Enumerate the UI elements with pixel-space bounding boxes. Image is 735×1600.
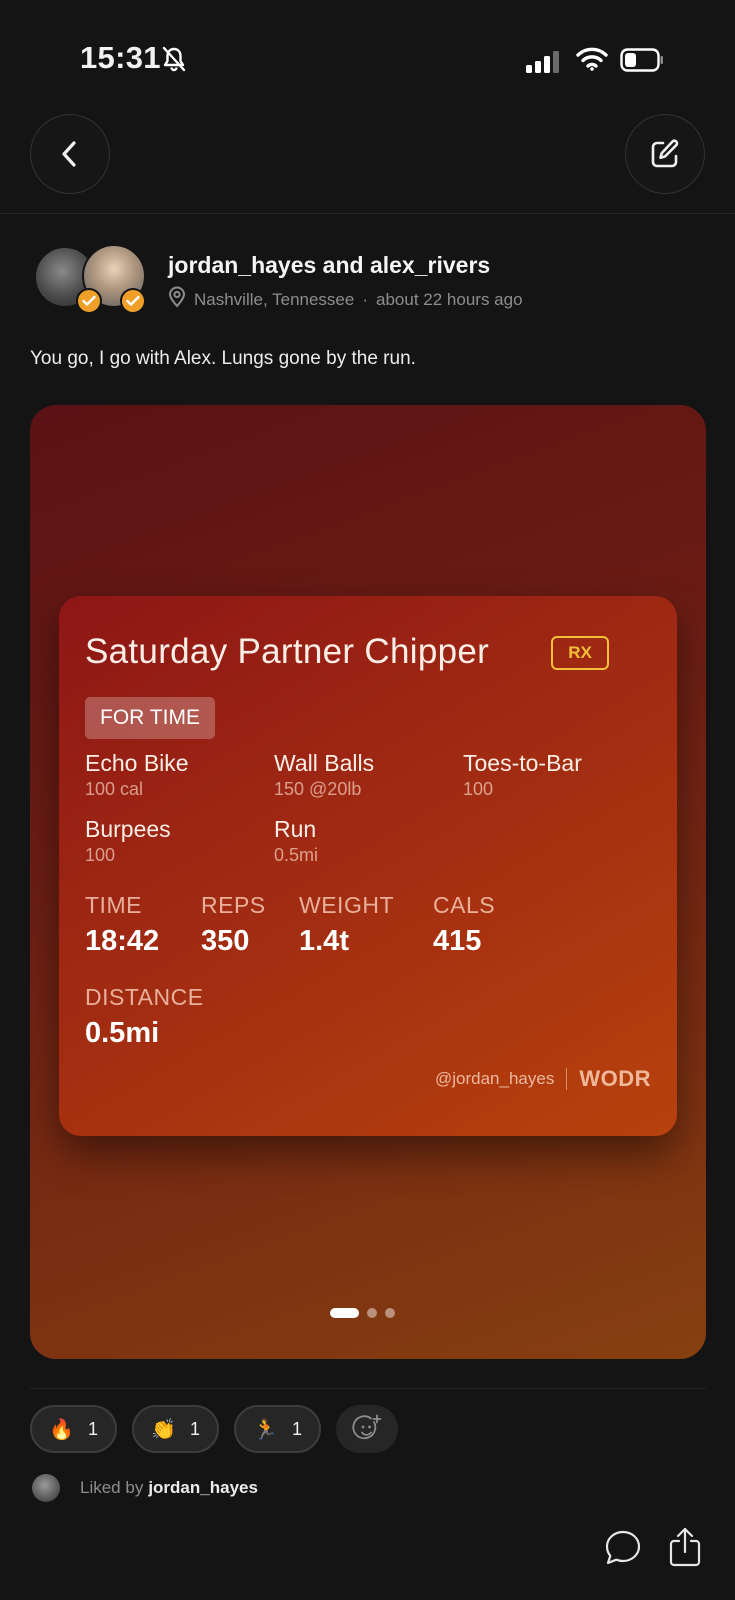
movement-detail: 150 @20lb [274, 779, 362, 799]
post-header: jordan_hayes and alex_rivers Nashville, … [30, 244, 710, 318]
movement-name: Run [274, 816, 317, 842]
carousel-dot[interactable] [385, 1308, 395, 1318]
add-reaction-button[interactable] [336, 1405, 398, 1453]
movement-detail: 100 [85, 845, 116, 865]
post-time: about 22 hours ago [376, 289, 523, 309]
movement-item: Burpees 100 [85, 816, 171, 866]
comment-icon[interactable] [603, 1528, 643, 1573]
carousel-dot-active[interactable] [330, 1308, 359, 1318]
edit-button[interactable] [625, 114, 705, 194]
clapping-hands-emoji: 👏 [151, 1418, 176, 1441]
stat-value: 415 [433, 925, 482, 957]
status-time: 15:31 [80, 40, 161, 75]
carousel-indicator [330, 1308, 403, 1318]
liked-by-label: Liked by [80, 1478, 144, 1497]
wod-card: Saturday Partner Chipper RX FOR TIME Ech… [59, 596, 677, 1136]
reaction-count: 1 [291, 1418, 302, 1439]
stat-value: 0.5mi [85, 1017, 160, 1049]
avatar [32, 1474, 60, 1502]
reaction-count: 1 [87, 1418, 98, 1439]
stat-time: TIME 18:42 [85, 892, 159, 958]
movement-detail: 100 [463, 779, 494, 799]
carousel-dot[interactable] [367, 1308, 377, 1318]
stat-value: 1.4t [299, 925, 349, 957]
movement-detail: 100 cal [85, 779, 144, 799]
add-emoji-icon [352, 1414, 382, 1440]
wod-footer-divider [566, 1068, 568, 1090]
movement-name: Burpees [85, 816, 171, 842]
back-button[interactable] [30, 114, 110, 194]
status-bar: 15:31 [0, 0, 735, 110]
edit-square-icon [651, 139, 679, 168]
wod-type-pill: FOR TIME [85, 697, 215, 739]
wod-footer: @jordan_hayes WODR [435, 1066, 651, 1092]
top-navigation [0, 110, 735, 214]
meta-separator: · [362, 289, 369, 309]
chevron-left-icon [62, 141, 76, 167]
stat-reps: REPS 350 [201, 892, 266, 958]
wod-title: Saturday Partner Chipper [85, 632, 490, 671]
movement-item: Wall Balls 150 @20lb [274, 750, 374, 800]
stat-label: DISTANCE [85, 984, 204, 1010]
location-pin-icon [168, 286, 186, 313]
reaction-runner[interactable]: 🏃 1 [234, 1405, 321, 1453]
movement-name: Echo Bike [85, 750, 189, 776]
movement-detail: 0.5mi [274, 845, 319, 865]
liked-by-user[interactable]: jordan_hayes [148, 1478, 258, 1498]
post-media-carousel[interactable]: Saturday Partner Chipper RX FOR TIME Ech… [30, 405, 706, 1359]
post-meta: Nashville, Tennessee · about 22 hours ag… [168, 286, 523, 313]
movement-item: Run 0.5mi [274, 816, 318, 866]
movement-name: Toes-to-Bar [463, 750, 582, 776]
post-caption: You go, I go with Alex. Lungs gone by th… [30, 348, 416, 369]
reaction-fire[interactable]: 🔥 1 [30, 1405, 117, 1453]
reaction-count: 1 [189, 1418, 200, 1439]
stat-distance: DISTANCE 0.5mi [85, 984, 204, 1050]
movement-item: Toes-to-Bar 100 [463, 750, 582, 800]
verified-badge-icon [76, 288, 102, 314]
stat-value: 350 [201, 925, 250, 957]
bell-slash-icon [162, 46, 186, 77]
fire-emoji: 🔥 [49, 1418, 74, 1441]
stat-cals: CALS 415 [433, 892, 495, 958]
post-location[interactable]: Nashville, Tennessee [194, 290, 354, 310]
stat-label: REPS [201, 892, 266, 918]
wod-handle: @jordan_hayes [435, 1069, 555, 1088]
stat-weight: WEIGHT 1.4t [299, 892, 394, 958]
runner-emoji: 🏃 [253, 1418, 278, 1441]
stat-value: 18:42 [85, 925, 160, 957]
divider [30, 1388, 706, 1389]
share-icon[interactable] [667, 1526, 703, 1573]
stat-label: TIME [85, 892, 142, 918]
movement-item: Echo Bike 100 cal [85, 750, 189, 800]
stat-label: CALS [433, 892, 496, 918]
movement-name: Wall Balls [274, 750, 375, 776]
wodr-logo: WODR [579, 1066, 651, 1091]
stat-label: WEIGHT [299, 892, 394, 918]
cellular-signal-icon [526, 51, 562, 78]
verified-badge-icon [120, 288, 146, 314]
post-users[interactable]: jordan_hayes and alex_rivers [168, 252, 490, 279]
liked-by[interactable]: Liked by jordan_hayes [32, 1472, 258, 1504]
reactions-bar: 🔥 1 👏 1 🏃 1 [30, 1405, 398, 1453]
rx-badge: RX [551, 636, 609, 670]
reaction-clap[interactable]: 👏 1 [132, 1405, 219, 1453]
wifi-icon [576, 46, 608, 77]
battery-icon [620, 48, 664, 77]
